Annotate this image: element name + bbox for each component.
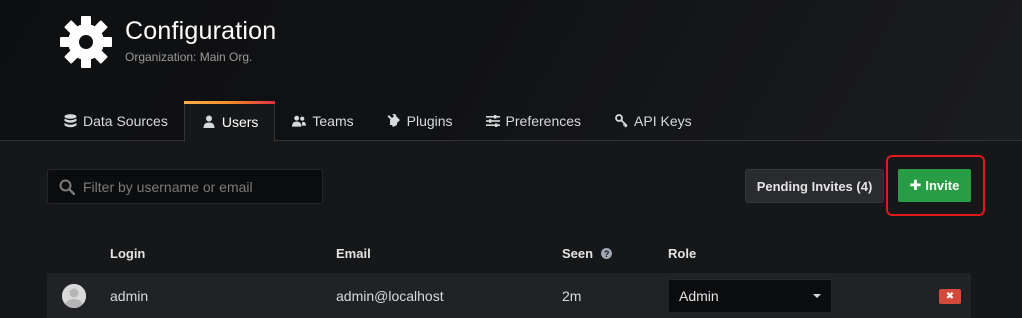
column-header-role: Role <box>668 246 697 261</box>
tab-preferences[interactable]: Preferences <box>469 101 597 141</box>
search-input[interactable] <box>83 178 303 195</box>
invite-button[interactable]: ✚ Invite <box>898 169 971 202</box>
caret-down-icon <box>813 294 821 298</box>
tab-users[interactable]: Users <box>183 101 276 142</box>
search-field[interactable] <box>47 169 323 204</box>
table-row: admin admin@localhost 2m Admin ✖ <box>47 273 971 318</box>
page-title: Configuration <box>125 17 277 45</box>
search-icon <box>59 179 75 195</box>
pending-invites-label: Pending Invites (4) <box>756 178 873 194</box>
avatar <box>62 284 86 308</box>
sliders-icon <box>485 114 500 128</box>
close-icon: ✖ <box>945 291 955 302</box>
tab-label: Data Sources <box>83 113 168 129</box>
invite-label: Invite <box>925 178 960 193</box>
gear-icon <box>60 16 112 68</box>
plus-icon: ✚ <box>909 177 922 193</box>
role-select-value: Admin <box>679 288 719 304</box>
column-header-seen: Seen? <box>562 246 613 261</box>
user-email: admin@localhost <box>336 288 444 304</box>
tab-label: Teams <box>312 113 354 129</box>
tab-teams[interactable]: Teams <box>275 101 369 141</box>
page-header: Configuration Organization: Main Org. Da… <box>0 0 1022 142</box>
column-header-seen-label: Seen <box>562 246 594 261</box>
tab-bar: Data Sources Users Teams Plugins Prefere… <box>46 101 708 142</box>
tab-data-sources[interactable]: Data Sources <box>46 101 184 141</box>
user-seen: 2m <box>562 288 582 304</box>
tab-plugins[interactable]: Plugins <box>370 101 469 141</box>
column-header-login: Login <box>110 246 146 261</box>
tab-label: Users <box>221 113 259 130</box>
tab-api-keys[interactable]: API Keys <box>597 101 708 141</box>
pending-invites-button[interactable]: Pending Invites (4) <box>745 169 884 203</box>
user-icon <box>202 115 216 129</box>
tab-label: Preferences <box>505 113 582 129</box>
plug-icon <box>387 114 401 128</box>
page-subtitle: Organization: Main Org. <box>125 50 253 64</box>
database-icon <box>63 114 77 128</box>
column-header-email: Email <box>336 246 371 261</box>
delete-user-button[interactable]: ✖ <box>939 289 961 304</box>
users-icon <box>292 114 307 128</box>
role-select[interactable]: Admin <box>668 279 832 313</box>
question-circle-icon[interactable]: ? <box>601 248 613 260</box>
tab-label: API Keys <box>634 113 692 129</box>
tab-label: Plugins <box>406 113 453 129</box>
user-login: admin <box>110 288 149 304</box>
key-icon <box>614 114 628 128</box>
